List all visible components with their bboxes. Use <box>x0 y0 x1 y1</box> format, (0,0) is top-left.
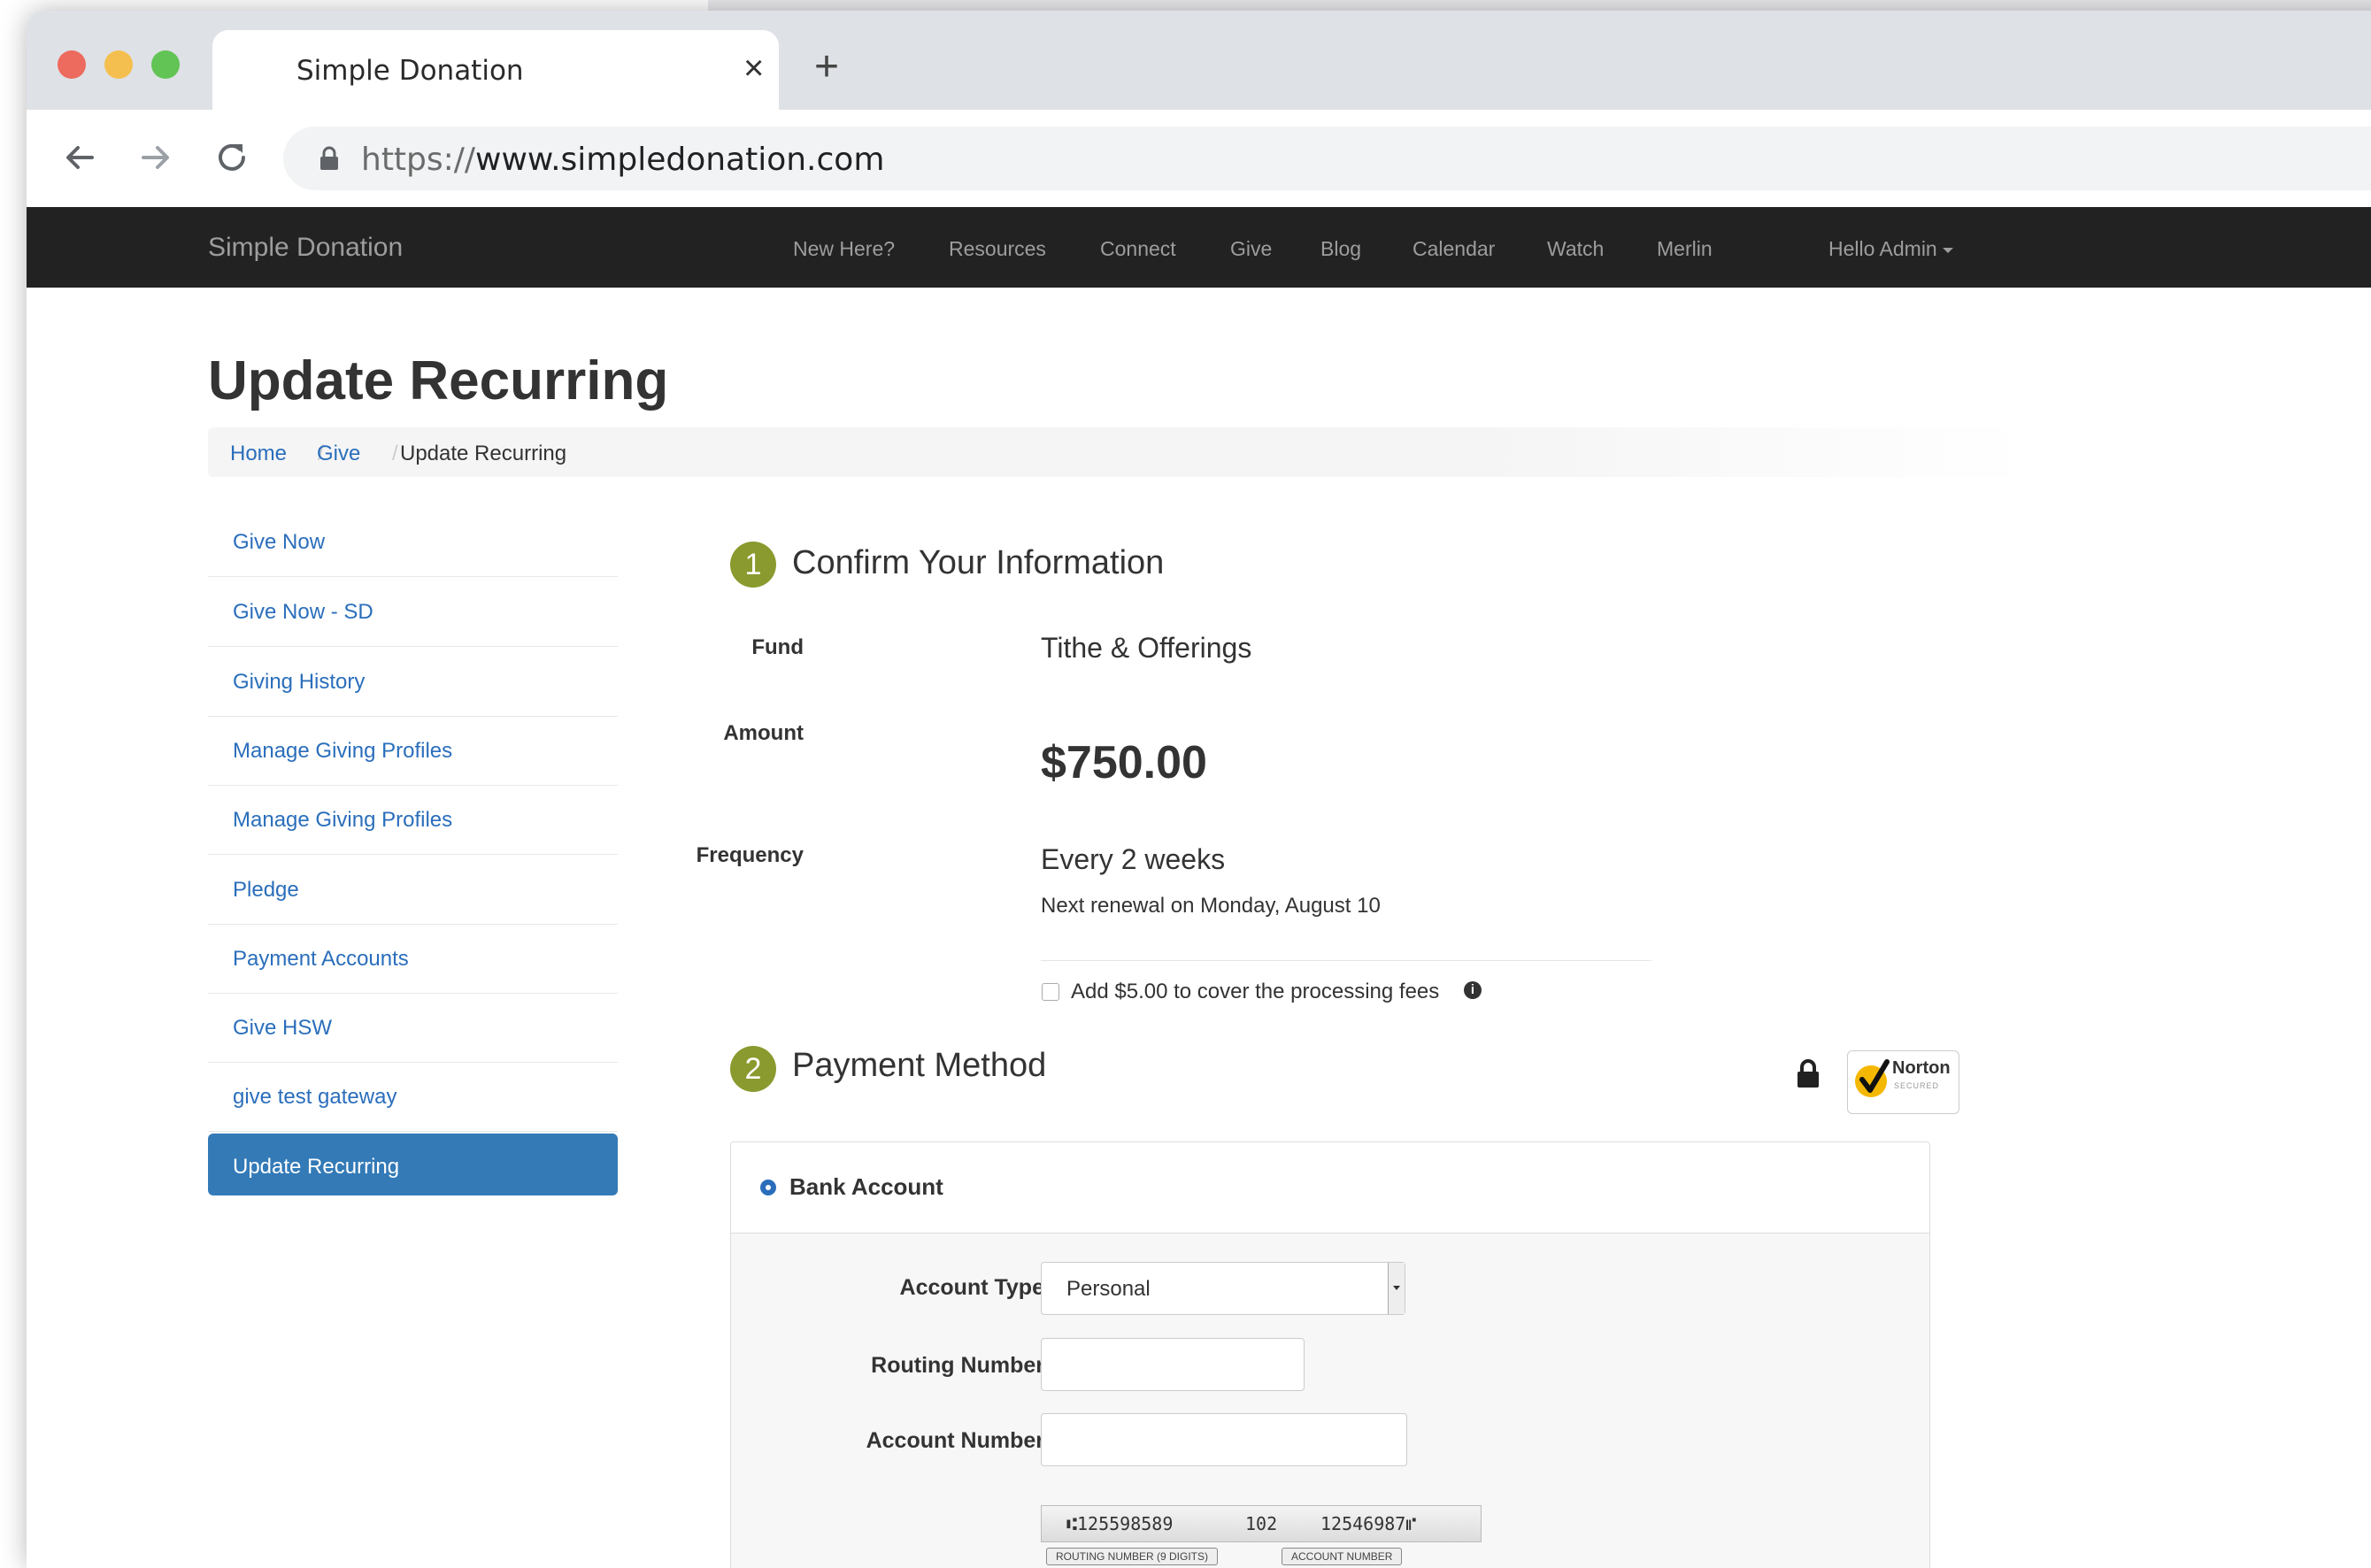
nav-link-connect[interactable]: Connect <box>1100 237 1176 261</box>
sidebar-item-pledge[interactable]: Pledge <box>208 857 618 925</box>
sidebar-item-label: Give Now <box>233 530 326 554</box>
url-scheme: https:// <box>361 142 476 178</box>
reload-icon[interactable] <box>211 136 253 179</box>
close-tab-icon[interactable]: × <box>743 50 764 86</box>
page-title: Update Recurring <box>208 350 669 411</box>
sidebar-item-give-hsw[interactable]: Give HSW <box>208 995 618 1063</box>
sidebar-item-label: Giving History <box>233 670 366 694</box>
main-content: Update Recurring Home / Give / Update Re… <box>27 288 2371 1568</box>
next-renewal-text: Next renewal on Monday, August 10 <box>1041 894 1381 918</box>
chevron-down-icon <box>1388 1263 1405 1314</box>
user-menu-label: Hello Admin <box>1828 237 1937 260</box>
breadcrumb: Home / Give / Update Recurring <box>208 427 2031 477</box>
sidebar-item-update-recurring[interactable]: Update Recurring <box>208 1134 618 1195</box>
account-type-label: Account Type <box>899 1275 1044 1300</box>
breadcrumb-home[interactable]: Home <box>230 442 287 466</box>
info-icon[interactable]: i <box>1464 981 1482 999</box>
tab-title: Simple Donation <box>296 55 524 87</box>
sidebar-item-label: Manage Giving Profiles <box>233 808 453 832</box>
sidebar-item-payment-accounts[interactable]: Payment Accounts <box>208 926 618 994</box>
address-bar[interactable]: https://www.simpledonation.com <box>283 127 2371 190</box>
nav-link-resources[interactable]: Resources <box>949 237 1046 261</box>
confirm-section-title: Confirm Your Information <box>792 544 1165 581</box>
section-divider <box>1041 960 1651 961</box>
close-window-button[interactable] <box>58 50 86 79</box>
sidebar-item-label: Manage Giving Profiles <box>233 739 453 763</box>
account-type-select[interactable]: Personal <box>1041 1262 1405 1315</box>
processing-fee-label[interactable]: Add $5.00 to cover the processing fees <box>1071 980 1439 1004</box>
check-account-digits: 12546987⑈ <box>1320 1513 1417 1534</box>
step-badge-2: 2 <box>730 1046 776 1092</box>
amount-label: Amount <box>723 721 804 745</box>
browser-tab[interactable]: Simple Donation × <box>212 30 779 111</box>
browser-window: Simple Donation × + https://www.simpledo… <box>27 11 2371 1568</box>
nav-link-blog[interactable]: Blog <box>1320 237 1361 261</box>
nav-link-watch[interactable]: Watch <box>1547 237 1604 261</box>
nav-link-new-here[interactable]: New Here? <box>793 237 895 261</box>
breadcrumb-separator: / <box>392 442 398 465</box>
norton-name: Norton <box>1892 1058 1951 1078</box>
routing-number-label: Routing Number <box>871 1353 1044 1378</box>
secure-lock-icon <box>1797 1059 1819 1088</box>
check-routing-digits: ⑆125598589 <box>1066 1513 1174 1534</box>
sidebar-item-manage-giving-profiles[interactable]: Manage Giving Profiles <box>208 718 618 786</box>
account-number-label: Account Number <box>866 1428 1044 1453</box>
tab-strip: Simple Donation × + <box>27 11 2371 111</box>
user-menu[interactable]: Hello Admin <box>1828 237 1953 261</box>
nav-link-merlin[interactable]: Merlin <box>1657 237 1713 261</box>
sidebar-item-manage-giving-profiles-2[interactable]: Manage Giving Profiles <box>208 787 618 855</box>
forward-icon[interactable] <box>135 136 177 179</box>
sidebar-item-label: Give HSW <box>233 1016 333 1040</box>
sidebar-item-label: Pledge <box>233 878 299 902</box>
url-text: https://www.simpledonation.com <box>361 142 884 178</box>
back-icon[interactable] <box>58 136 101 179</box>
sidebar-item-label: Update Recurring <box>233 1155 400 1179</box>
desktop-backdrop <box>708 0 2371 11</box>
bank-account-header[interactable]: Bank Account <box>731 1142 1929 1234</box>
norton-check-icon <box>1855 1059 1890 1097</box>
lock-icon <box>320 146 338 170</box>
nav-link-calendar[interactable]: Calendar <box>1413 237 1495 261</box>
account-number-tag: ACCOUNT NUMBER <box>1282 1548 1403 1565</box>
norton-sub: SECURED <box>1894 1081 1940 1090</box>
bank-account-panel: Bank Account Account Type Personal Routi… <box>730 1141 1930 1568</box>
fund-value: Tithe & Offerings <box>1041 632 1252 664</box>
check-number-digits: 102 <box>1245 1513 1278 1534</box>
amount-value: $750.00 <box>1041 737 1207 788</box>
sidebar-item-giving-history[interactable]: Giving History <box>208 649 618 717</box>
chevron-down-icon <box>1942 247 1953 253</box>
processing-fee-checkbox[interactable] <box>1042 983 1059 1001</box>
bank-account-radio[interactable] <box>760 1180 776 1195</box>
maximize-window-button[interactable] <box>151 50 180 79</box>
minimize-window-button[interactable] <box>104 50 133 79</box>
breadcrumb-give[interactable]: Give <box>317 442 360 466</box>
step-badge-1: 1 <box>730 542 776 588</box>
account-type-value: Personal <box>1066 1277 1151 1301</box>
url-host: www.simpledonation.com <box>475 142 885 178</box>
site-brand[interactable]: Simple Donation <box>208 233 403 263</box>
sidebar-item-label: Payment Accounts <box>233 947 409 971</box>
sidebar-item-give-test-gateway[interactable]: give test gateway <box>208 1064 618 1132</box>
site-navbar: Simple Donation New Here? Resources Conn… <box>27 207 2371 288</box>
routing-number-tag: ROUTING NUMBER (9 DIGITS) <box>1046 1548 1219 1565</box>
frequency-value: Every 2 weeks <box>1041 843 1226 875</box>
browser-toolbar: https://www.simpledonation.com <box>27 110 2371 207</box>
new-tab-icon[interactable]: + <box>814 46 839 88</box>
sidebar-item-label: give test gateway <box>233 1085 397 1109</box>
breadcrumb-current: Update Recurring <box>400 442 567 465</box>
frequency-label: Frequency <box>696 843 804 867</box>
sidebar-item-label: Give Now - SD <box>233 600 373 624</box>
bank-account-label: Bank Account <box>789 1173 943 1200</box>
routing-number-input[interactable] <box>1041 1338 1305 1391</box>
payment-section-title: Payment Method <box>792 1047 1047 1084</box>
sidebar-item-give-now-sd[interactable]: Give Now - SD <box>208 579 618 647</box>
check-diagram: ⑆125598589 102 12546987⑈ <box>1041 1505 1482 1542</box>
nav-link-give[interactable]: Give <box>1230 237 1272 261</box>
fund-label: Fund <box>751 635 804 659</box>
norton-secured-badge: Norton SECURED <box>1847 1050 1959 1114</box>
sidebar-item-give-now[interactable]: Give Now <box>208 509 618 577</box>
account-number-input[interactable] <box>1041 1413 1407 1466</box>
